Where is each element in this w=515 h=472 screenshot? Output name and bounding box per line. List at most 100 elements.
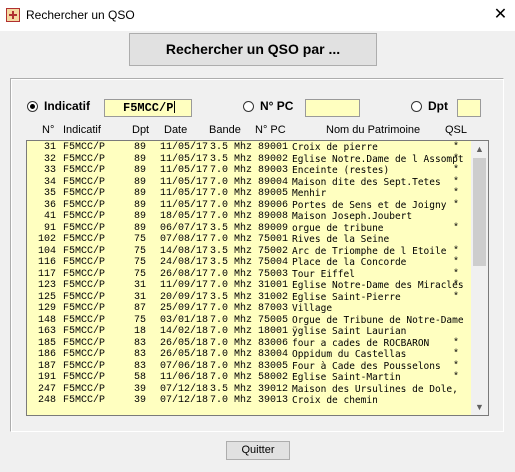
- row-dpt: 75: [134, 268, 147, 280]
- row-date: 07/12/18: [160, 383, 209, 395]
- row-nom: Arc de Triomphe de l Etoile: [292, 245, 447, 257]
- list-item[interactable]: 191 F5MCC/P 58 11/06/18 7.0 Mhz 58002 Eglise S…: [27, 372, 471, 384]
- list-item[interactable]: 129 F5MCC/P 87 25/09/17 7.0 Mhz 87003 Village: [27, 303, 471, 315]
- row-npc: 75003: [258, 268, 289, 280]
- row-npc: 58002: [258, 372, 289, 383]
- npc-input[interactable]: [305, 99, 360, 117]
- list-item[interactable]: 104 F5MCC/P 75 14/08/17 3.5 Mhz 75002 Arc de T…: [27, 246, 471, 258]
- list-item[interactable]: 186 F5MCC/P 83 26/05/18 7.0 Mhz 83004 Oppidum …: [27, 349, 471, 361]
- row-bande: 7.0 Mhz: [210, 176, 253, 188]
- list-item[interactable]: 248 F5MCC/P 39 07/12/18 7.0 Mhz 39013 Croix de…: [27, 395, 471, 407]
- list-item[interactable]: 123 F5MCC/P 31 11/09/17 7.0 Mhz 31001 Eglise N…: [27, 280, 471, 292]
- row-qsl: *: [452, 280, 459, 291]
- row-bande: 7.0 Mhz: [210, 303, 253, 314]
- scroll-thumb[interactable]: [473, 158, 486, 266]
- list-item[interactable]: 125 F5MCC/P 31 20/09/17 3.5 Mhz 31002 Eglise S…: [27, 292, 471, 304]
- close-button[interactable]: ✕: [486, 3, 515, 28]
- col-header-num: N°: [42, 124, 55, 136]
- window-title: Rechercher un QSO: [26, 8, 135, 22]
- row-indicatif: F5MCC/P: [63, 211, 106, 222]
- radio-npc[interactable]: [243, 101, 254, 112]
- radio-indicatif-label[interactable]: Indicatif: [44, 99, 90, 113]
- list-item[interactable]: 117 F5MCC/P 75 26/08/17 7.0 Mhz 75003 Tour Eif…: [27, 269, 471, 281]
- row-nom: Eglise Saint-Pierre: [292, 291, 401, 303]
- quit-button[interactable]: Quitter: [226, 441, 290, 460]
- row-bande: 7.0 Mhz: [210, 211, 253, 222]
- search-by-button[interactable]: Rechercher un QSO par ...: [129, 33, 377, 66]
- row-num: 148: [37, 314, 56, 326]
- qso-list[interactable]: 31 F5MCC/P 89 11/05/17 3.5 Mhz 89001 Croix de …: [26, 140, 489, 416]
- list-item[interactable]: 163 F5MCC/P 18 14/02/18 7.0 Mhz 18001 ÿglise S…: [27, 326, 471, 338]
- row-num: 248: [37, 395, 56, 406]
- col-header-dpt: Dpt: [132, 124, 150, 136]
- list-item[interactable]: 187 F5MCC/P 83 07/06/18 7.0 Mhz 83005 Four à C…: [27, 361, 471, 373]
- vertical-scrollbar[interactable]: ▲ ▼: [471, 141, 488, 415]
- row-num: 104: [37, 245, 56, 257]
- row-qsl: *: [452, 176, 459, 188]
- row-npc: 89008: [258, 211, 289, 222]
- dpt-input[interactable]: [457, 99, 481, 117]
- list-item[interactable]: 33 F5MCC/P 89 11/05/17 7.0 Mhz 89003 Enceinte …: [27, 165, 471, 177]
- list-item[interactable]: 31 F5MCC/P 89 11/05/17 3.5 Mhz 89001 Croix de …: [27, 142, 471, 154]
- row-npc: 83005: [258, 360, 289, 372]
- row-num: 91: [43, 222, 56, 234]
- row-indicatif: F5MCC/P: [63, 222, 106, 234]
- row-qsl: *: [452, 165, 459, 176]
- indicatif-input-value: F5MCC/P: [123, 101, 174, 115]
- list-item[interactable]: 148 F5MCC/P 75 03/01/18 7.0 Mhz 75005 Orgue de…: [27, 315, 471, 327]
- row-bande: 7.0 Mhz: [210, 349, 253, 360]
- row-indicatif: F5MCC/P: [63, 349, 106, 360]
- row-num: 116: [37, 257, 56, 268]
- row-nom: Eglise Saint-Martin: [292, 372, 401, 383]
- row-num: 117: [37, 268, 56, 280]
- row-nom: Place de la Concorde: [292, 257, 407, 268]
- list-item[interactable]: 247 F5MCC/P 39 07/12/18 3.5 Mhz 39012 Maison d…: [27, 384, 471, 396]
- row-qsl: *: [452, 199, 459, 211]
- scroll-down-icon[interactable]: ▼: [471, 399, 488, 415]
- row-dpt: 39: [134, 383, 147, 395]
- radio-dpt-label[interactable]: Dpt: [428, 99, 448, 113]
- list-item[interactable]: 91 F5MCC/P 89 06/07/17 3.5 Mhz 89009 orgue de …: [27, 223, 471, 235]
- row-num: 33: [43, 165, 56, 176]
- list-item[interactable]: 102 F5MCC/P 75 07/08/17 7.0 Mhz 75001 Rives de…: [27, 234, 471, 246]
- row-date: 11/05/17: [160, 188, 209, 199]
- radio-npc-label[interactable]: N° PC: [260, 99, 293, 113]
- row-date: 07/12/18: [160, 395, 209, 406]
- list-item[interactable]: 41 F5MCC/P 89 18/05/17 7.0 Mhz 89008 Maison Jo…: [27, 211, 471, 223]
- row-qsl: *: [452, 372, 459, 383]
- row-dpt: 18: [134, 326, 147, 337]
- row-npc: 89006: [258, 199, 289, 211]
- row-num: 35: [43, 188, 56, 199]
- list-item[interactable]: 116 F5MCC/P 75 24/08/17 3.5 Mhz 75004 Place de…: [27, 257, 471, 269]
- list-item[interactable]: 32 F5MCC/P 89 11/05/17 3.5 Mhz 89002 Eglise No…: [27, 154, 471, 166]
- list-item[interactable]: 36 F5MCC/P 89 11/05/17 7.0 Mhz 89006 Portes de…: [27, 200, 471, 212]
- row-num: 129: [37, 303, 56, 314]
- indicatif-input[interactable]: F5MCC/P: [104, 99, 192, 117]
- list-item[interactable]: 185 F5MCC/P 83 26/05/18 7.0 Mhz 83006 four a c…: [27, 338, 471, 350]
- row-num: 32: [43, 153, 56, 165]
- row-indicatif: F5MCC/P: [63, 372, 106, 383]
- row-nom: Orgue de Tribune de Notre-Dame: [292, 314, 464, 326]
- radio-dpt[interactable]: [411, 101, 422, 112]
- radio-indicatif[interactable]: [27, 101, 38, 112]
- scroll-up-icon[interactable]: ▲: [471, 141, 488, 157]
- row-dpt: 75: [134, 245, 147, 257]
- list-item[interactable]: 35 F5MCC/P 89 11/05/17 7.0 Mhz 89005 Menhir *: [27, 188, 471, 200]
- row-bande: 7.0 Mhz: [210, 280, 253, 291]
- row-bande: 7.0 Mhz: [210, 234, 253, 245]
- row-indicatif: F5MCC/P: [63, 234, 106, 245]
- list-item[interactable]: 34 F5MCC/P 89 11/05/17 7.0 Mhz 89004 Maison di…: [27, 177, 471, 189]
- row-indicatif: F5MCC/P: [63, 360, 106, 372]
- row-nom: orgue de tribune: [292, 222, 384, 234]
- row-num: 34: [43, 176, 56, 188]
- row-indicatif: F5MCC/P: [63, 188, 106, 199]
- row-indicatif: F5MCC/P: [63, 153, 106, 165]
- row-dpt: 31: [134, 291, 147, 303]
- row-bande: 3.5 Mhz: [210, 222, 253, 234]
- col-header-npc: N° PC: [255, 124, 286, 136]
- row-bande: 7.0 Mhz: [210, 337, 253, 349]
- row-date: 11/05/17: [160, 165, 209, 176]
- row-date: 11/05/17: [160, 199, 209, 211]
- row-date: 26/05/18: [160, 337, 209, 349]
- row-npc: 39013: [258, 395, 289, 406]
